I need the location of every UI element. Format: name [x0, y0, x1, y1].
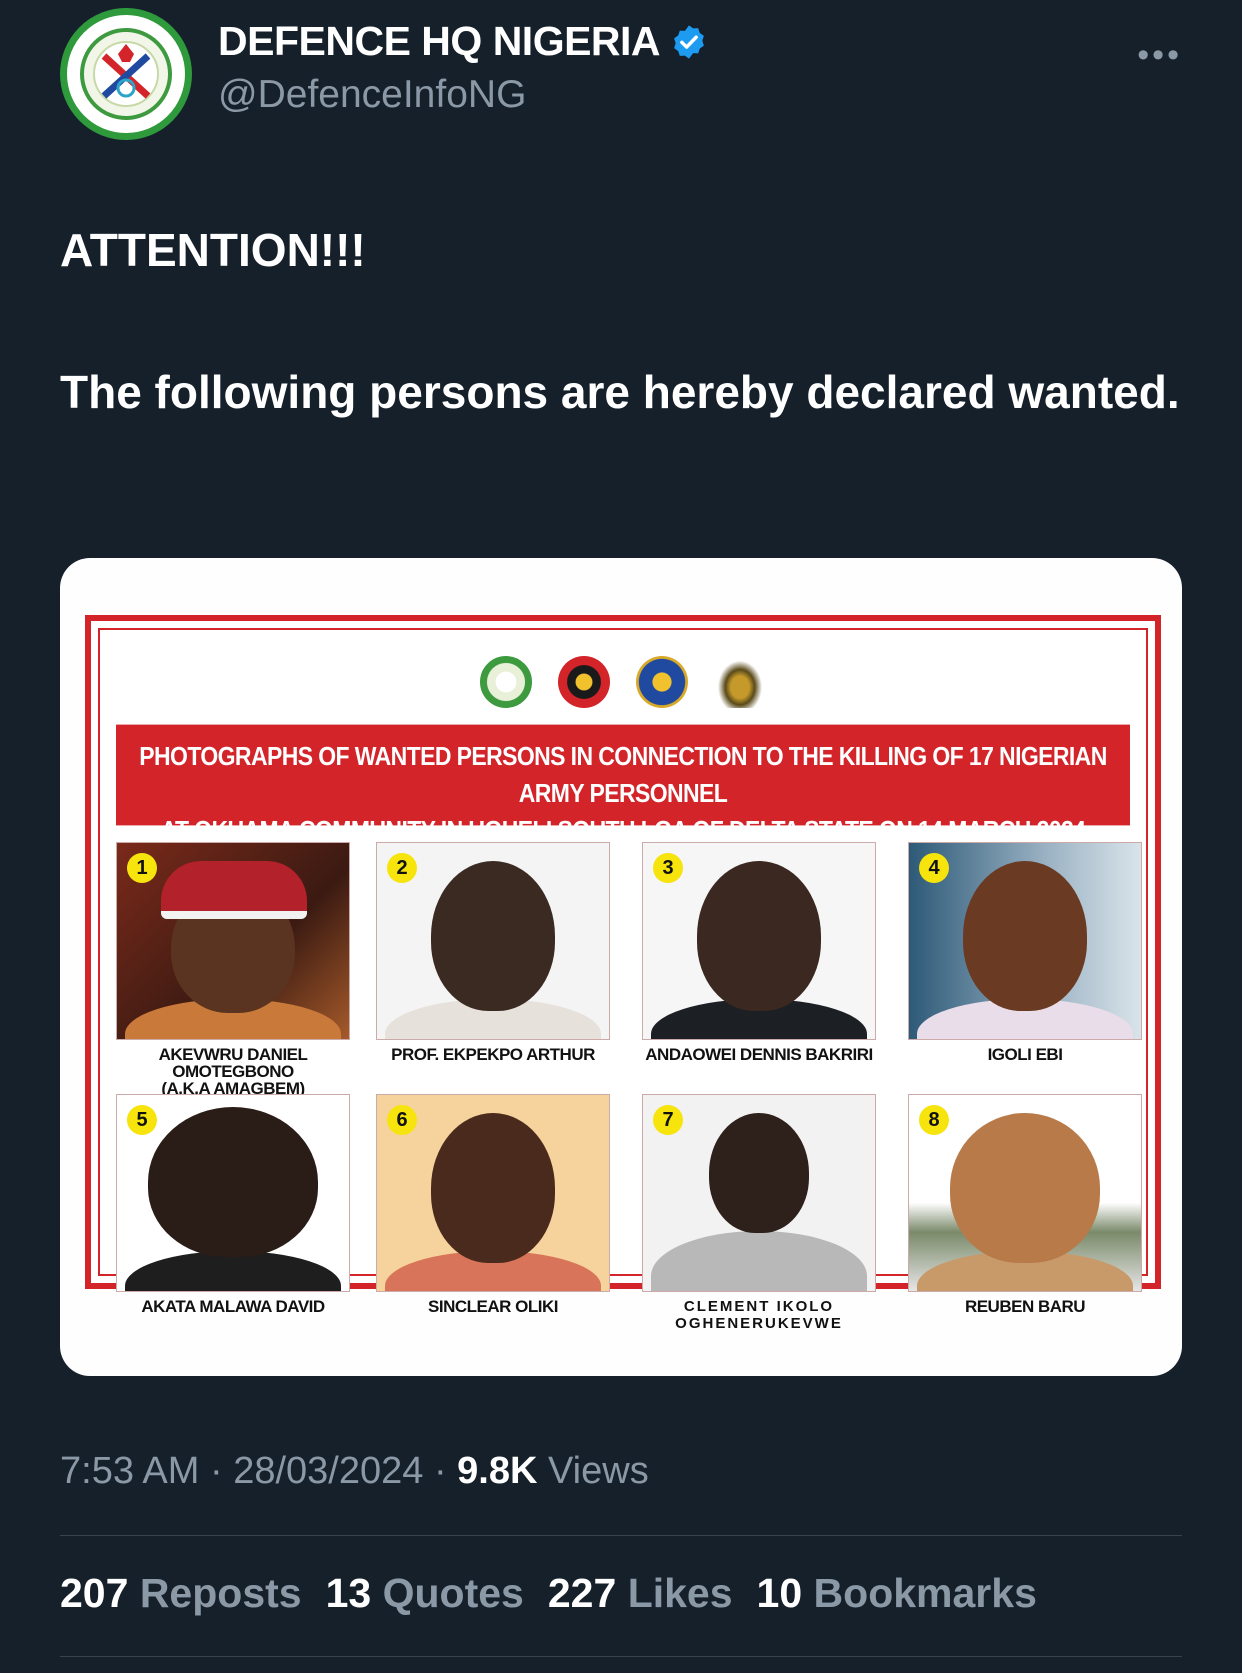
wanted-person-card: 6 SINCLEAR OLIKI: [376, 1094, 610, 1315]
tweet-date[interactable]: 28/03/2024: [233, 1450, 423, 1492]
reposts-stat[interactable]: 207 Reposts: [60, 1570, 302, 1617]
person-caption: REUBEN BARU: [908, 1298, 1142, 1315]
person-caption: AKEVWRU DANIEL OMOTEGBONO (A.K.A AMAGBEM…: [116, 1046, 350, 1097]
navy-logo-icon: [636, 656, 688, 708]
person-name: ANDAOWEI DENNIS BAKRIRI: [645, 1045, 873, 1064]
person-number-badge: 1: [127, 853, 157, 883]
person-photo: 7: [642, 1094, 876, 1292]
person-alias: OGHENERUKEVWE: [675, 1315, 843, 1332]
cap-shape: [161, 861, 307, 919]
person-photo: 4: [908, 842, 1142, 1040]
defence-hq-logo-icon: [480, 656, 532, 708]
views-label: Views: [548, 1450, 649, 1492]
person-photo: 6: [376, 1094, 610, 1292]
display-name[interactable]: DEFENCE HQ NIGERIA: [218, 18, 661, 65]
person-head-shape: [697, 861, 821, 1011]
likes-label: Likes: [627, 1570, 733, 1616]
bookmarks-stat[interactable]: 10 Bookmarks: [757, 1570, 1037, 1617]
person-caption: IGOLI EBI: [908, 1046, 1142, 1063]
likes-count: 227: [547, 1570, 617, 1616]
person-caption: ANDAOWEI DENNIS BAKRIRI: [642, 1046, 876, 1063]
tweet-media-image[interactable]: PHOTOGRAPHS OF WANTED PERSONS IN CONNECT…: [60, 558, 1182, 1376]
bookmarks-label: Bookmarks: [813, 1570, 1037, 1616]
person-number-badge: 2: [387, 853, 417, 883]
quotes-count: 13: [325, 1570, 372, 1616]
divider: [60, 1535, 1182, 1536]
reposts-count: 207: [60, 1570, 129, 1616]
army-logo-icon: [558, 656, 610, 708]
tweet-header: DEFENCE HQ NIGERIA @DefenceInfoNG •••: [60, 8, 1182, 140]
wanted-person-card: 8 REUBEN BARU: [908, 1094, 1142, 1315]
author-handle[interactable]: @DefenceInfoNG: [218, 73, 708, 117]
avatar[interactable]: [60, 8, 192, 140]
views-count: 9.8K: [457, 1450, 538, 1492]
banner-line-1: PHOTOGRAPHS OF WANTED PERSONS IN CONNECT…: [139, 741, 1107, 808]
person-name: AKATA MALAWA DAVID: [141, 1297, 325, 1316]
person-head-shape: [148, 1107, 318, 1257]
tweet-meta: 7:53 AM · 28/03/2024 · 9.8K Views: [60, 1450, 649, 1493]
quotes-label: Quotes: [382, 1570, 524, 1616]
person-photo: 2: [376, 842, 610, 1040]
person-caption: CLEMENT IKOLO OGHENERUKEVWE: [642, 1298, 876, 1332]
wanted-person-card: 1 AKEVWRU DANIEL OMOTEGBONO (A.K.A AMAGB…: [116, 842, 350, 1097]
more-horizontal-icon[interactable]: •••: [1137, 36, 1182, 75]
person-body-shape: [651, 1231, 867, 1291]
tweet-text: ATTENTION!!! The following persons are h…: [60, 215, 1180, 428]
poster-banner: PHOTOGRAPHS OF WANTED PERSONS IN CONNECT…: [116, 724, 1130, 844]
person-name: SINCLEAR OLIKI: [428, 1297, 558, 1316]
person-number-badge: 5: [127, 1105, 157, 1135]
person-caption: SINCLEAR OLIKI: [376, 1298, 610, 1315]
reposts-label: Reposts: [139, 1570, 302, 1616]
person-head-shape: [709, 1113, 809, 1233]
verified-badge-icon: [674, 24, 704, 59]
tweet-line-attention: ATTENTION!!!: [60, 224, 366, 276]
person-photo: 3: [642, 842, 876, 1040]
person-number-badge: 4: [919, 853, 949, 883]
meta-separator: ·: [433, 1450, 458, 1492]
person-photo: 1: [116, 842, 350, 1040]
author-names: DEFENCE HQ NIGERIA @DefenceInfoNG: [218, 18, 708, 117]
person-name: REUBEN BARU: [964, 1297, 1086, 1316]
wanted-person-card: 2 PROF. EKPEKPO ARTHUR: [376, 842, 610, 1063]
person-name: PROF. EKPEKPO ARTHUR: [391, 1045, 595, 1064]
engagement-stats: 207 Reposts 13 Quotes 227 Likes 10 Bookm…: [60, 1570, 1037, 1617]
person-name: CLEMENT IKOLO: [683, 1298, 835, 1315]
person-photo: 8: [908, 1094, 1142, 1292]
person-number-badge: 3: [653, 853, 683, 883]
air-force-logo-icon: [714, 656, 766, 708]
person-head-shape: [431, 1113, 555, 1263]
wanted-person-card: 7 CLEMENT IKOLO OGHENERUKEVWE: [642, 1094, 876, 1332]
person-name: AKEVWRU DANIEL OMOTEGBONO: [158, 1045, 308, 1081]
quotes-stat[interactable]: 13 Quotes: [326, 1570, 524, 1617]
person-body-shape: [125, 1251, 341, 1291]
likes-stat[interactable]: 227 Likes: [548, 1570, 733, 1617]
wanted-person-card: 4 IGOLI EBI: [908, 842, 1142, 1063]
tweet-time[interactable]: 7:53 AM: [60, 1450, 199, 1492]
person-head-shape: [431, 861, 555, 1011]
wanted-person-card: 3 ANDAOWEI DENNIS BAKRIRI: [642, 842, 876, 1063]
person-caption: PROF. EKPEKPO ARTHUR: [376, 1046, 610, 1063]
poster-logos: [100, 656, 1146, 708]
person-head-shape: [950, 1113, 1100, 1263]
wanted-person-card: 5 AKATA MALAWA DAVID: [116, 1094, 350, 1315]
person-head-shape: [963, 861, 1087, 1011]
defence-hq-crest-icon: [80, 28, 172, 120]
person-number-badge: 8: [919, 1105, 949, 1135]
person-name: IGOLI EBI: [987, 1045, 1063, 1064]
display-name-row: DEFENCE HQ NIGERIA: [218, 18, 708, 65]
divider: [60, 1656, 1182, 1657]
bookmarks-count: 10: [756, 1570, 803, 1616]
person-caption: AKATA MALAWA DAVID: [116, 1298, 350, 1315]
poster-inner-frame: PHOTOGRAPHS OF WANTED PERSONS IN CONNECT…: [98, 628, 1148, 1332]
person-photo: 5: [116, 1094, 350, 1292]
tweet-line-wanted: The following persons are hereby declare…: [60, 366, 1180, 418]
person-number-badge: 7: [653, 1105, 683, 1135]
person-number-badge: 6: [387, 1105, 417, 1135]
meta-separator: ·: [209, 1450, 234, 1492]
wanted-poster: PHOTOGRAPHS OF WANTED PERSONS IN CONNECT…: [85, 615, 1161, 1332]
